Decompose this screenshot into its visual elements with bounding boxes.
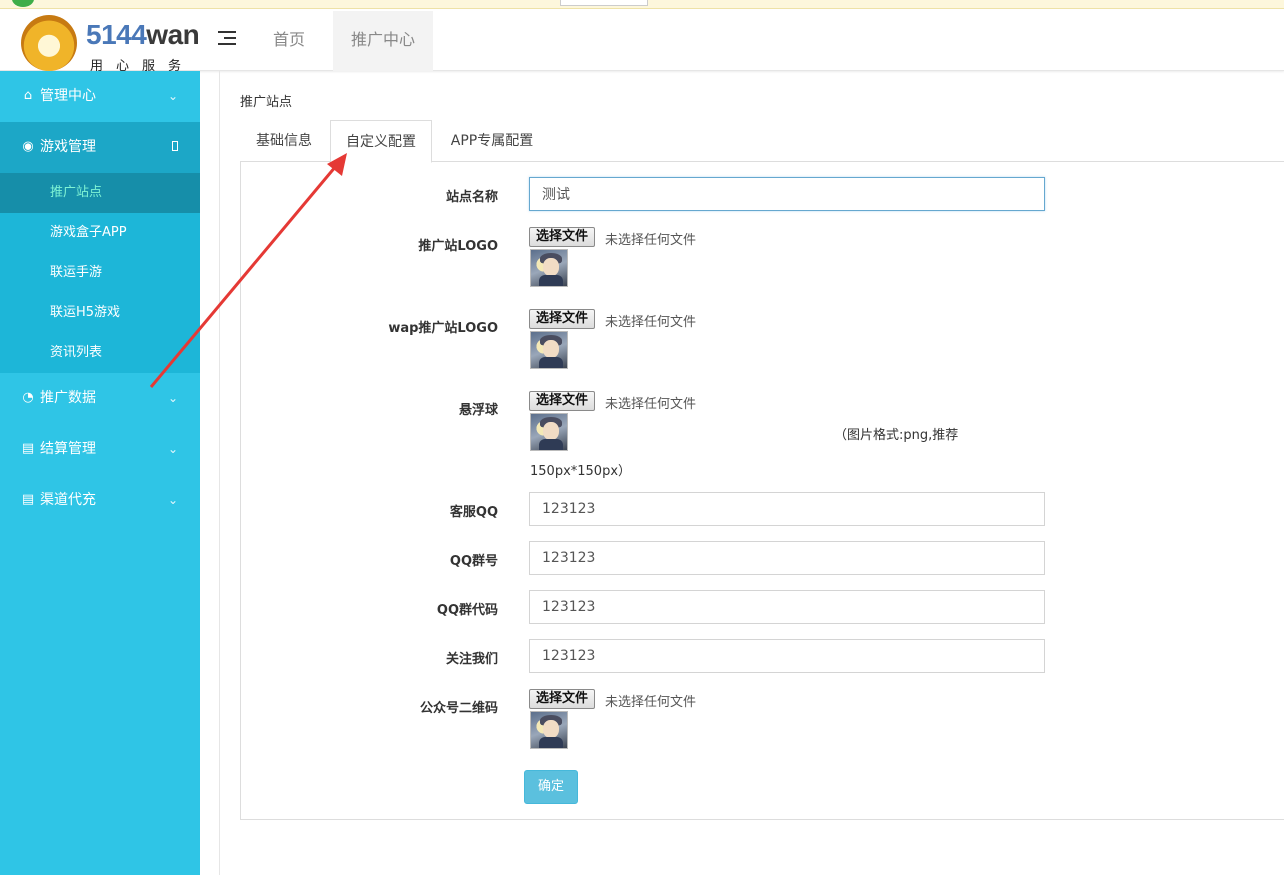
- config-tabs: 基础信息 自定义配置 APP专属配置: [240, 120, 1284, 163]
- qrcode-file-button[interactable]: 选择文件: [529, 689, 596, 709]
- qq-group-input[interactable]: [529, 541, 1045, 575]
- qrcode-file-status: 未选择任何文件: [605, 695, 697, 710]
- site-logo[interactable]: 5144wan 用心服务: [18, 13, 203, 74]
- float-ball-hint: （图片格式:png,推荐: [834, 428, 959, 443]
- breadcrumb: 推广站点: [240, 95, 293, 110]
- wap-logo-file-button[interactable]: 选择文件: [529, 309, 596, 329]
- logo-emblem-icon: [21, 15, 77, 71]
- float-ball-preview-image: [530, 413, 568, 451]
- wap-logo-file-status: 未选择任何文件: [605, 315, 697, 330]
- wap-logo-preview-image: [530, 331, 568, 369]
- menu-toggle-icon[interactable]: [218, 31, 236, 47]
- home-icon: ⌂: [23, 88, 33, 103]
- site-name-input[interactable]: [529, 177, 1045, 211]
- tab-app-config[interactable]: APP专属配置: [436, 120, 548, 162]
- wap-logo-label: wap推广站LOGO: [388, 321, 498, 336]
- site-name-label: 站点名称: [445, 190, 498, 205]
- follow-us-label: 关注我们: [445, 652, 498, 667]
- service-qq-input[interactable]: [529, 492, 1045, 526]
- logo-preview-image: [530, 249, 568, 287]
- qq-group-code-label: QQ群代码: [436, 603, 498, 618]
- sidebar-item-label: 结算管理: [40, 441, 96, 457]
- browser-status-icon: [12, 0, 34, 7]
- follow-us-input[interactable]: [529, 639, 1045, 673]
- float-ball-file-button[interactable]: 选择文件: [529, 391, 596, 411]
- sidebar-item-channel-recharge[interactable]: ▤ 渠道代充 ⌄: [0, 475, 200, 526]
- qq-group-label: QQ群号: [449, 554, 498, 569]
- sidebar-item-label: 推广数据: [40, 390, 96, 406]
- sidebar-item-settlement[interactable]: ▤ 结算管理 ⌄: [0, 424, 200, 475]
- top-tab-promo-center[interactable]: 推广中心: [333, 11, 433, 71]
- sidebar: ⌂ 管理中心 ⌄ ◉ 游戏管理 推广站点 游戏盒子APP 联运手游 联运H5游戏…: [0, 71, 200, 875]
- submenu-item-promo-site[interactable]: 推广站点: [0, 173, 200, 213]
- chevron-down-icon: ⌄: [167, 89, 178, 103]
- sidebar-item-management-center[interactable]: ⌂ 管理中心 ⌄: [0, 71, 200, 122]
- pie-chart-icon: ◔: [22, 390, 34, 405]
- tab-basic-info[interactable]: 基础信息: [240, 120, 328, 162]
- logo-file-button[interactable]: 选择文件: [529, 227, 596, 247]
- float-ball-file-status: 未选择任何文件: [605, 397, 697, 412]
- chevron-down-icon: ⌄: [167, 493, 178, 507]
- browser-notification-strip: [0, 0, 1284, 9]
- clipboard-icon: ▤: [21, 441, 35, 456]
- qrcode-label: 公众号二维码: [419, 701, 498, 716]
- chevron-down-icon: ⌄: [167, 391, 178, 405]
- form-panel: [240, 161, 1284, 820]
- content-divider: [219, 71, 220, 875]
- sidebar-submenu: 推广站点 游戏盒子APP 联运手游 联运H5游戏 资讯列表: [0, 173, 200, 373]
- sidebar-item-game-management[interactable]: ◉ 游戏管理: [0, 122, 200, 173]
- sidebar-item-label: 渠道代充: [40, 492, 96, 508]
- float-ball-label: 悬浮球: [458, 403, 498, 418]
- chevron-down-icon: ⌄: [167, 442, 178, 456]
- sidebar-item-label: 游戏管理: [40, 139, 96, 155]
- collapse-icon: [172, 141, 178, 151]
- logo-label: 推广站LOGO: [418, 239, 498, 254]
- browser-strip-field: [560, 0, 648, 6]
- qrcode-preview-image: [530, 711, 568, 749]
- logo-text: 5144wan: [86, 19, 200, 50]
- service-qq-label: 客服QQ: [449, 505, 498, 520]
- submit-button[interactable]: 确定: [524, 770, 578, 804]
- top-tab-home[interactable]: 首页: [250, 11, 328, 71]
- logo-file-status: 未选择任何文件: [605, 233, 697, 248]
- qq-group-code-input[interactable]: [529, 590, 1045, 624]
- sidebar-item-label: 管理中心: [40, 88, 96, 104]
- tab-custom-config[interactable]: 自定义配置: [330, 120, 432, 163]
- submenu-item-mobile-games[interactable]: 联运手游: [0, 253, 200, 293]
- float-ball-hint-size: 150px*150px）: [530, 464, 632, 479]
- clipboard-icon: ▤: [21, 492, 35, 507]
- submenu-item-game-box-app[interactable]: 游戏盒子APP: [0, 213, 200, 253]
- submenu-item-h5-games[interactable]: 联运H5游戏: [0, 293, 200, 333]
- gamepad-icon: ◉: [22, 139, 34, 154]
- top-header: 5144wan 用心服务 首页 推广中心: [0, 9, 1284, 74]
- submenu-item-news-list[interactable]: 资讯列表: [0, 333, 200, 373]
- sidebar-item-promo-data[interactable]: ◔ 推广数据 ⌄: [0, 373, 200, 424]
